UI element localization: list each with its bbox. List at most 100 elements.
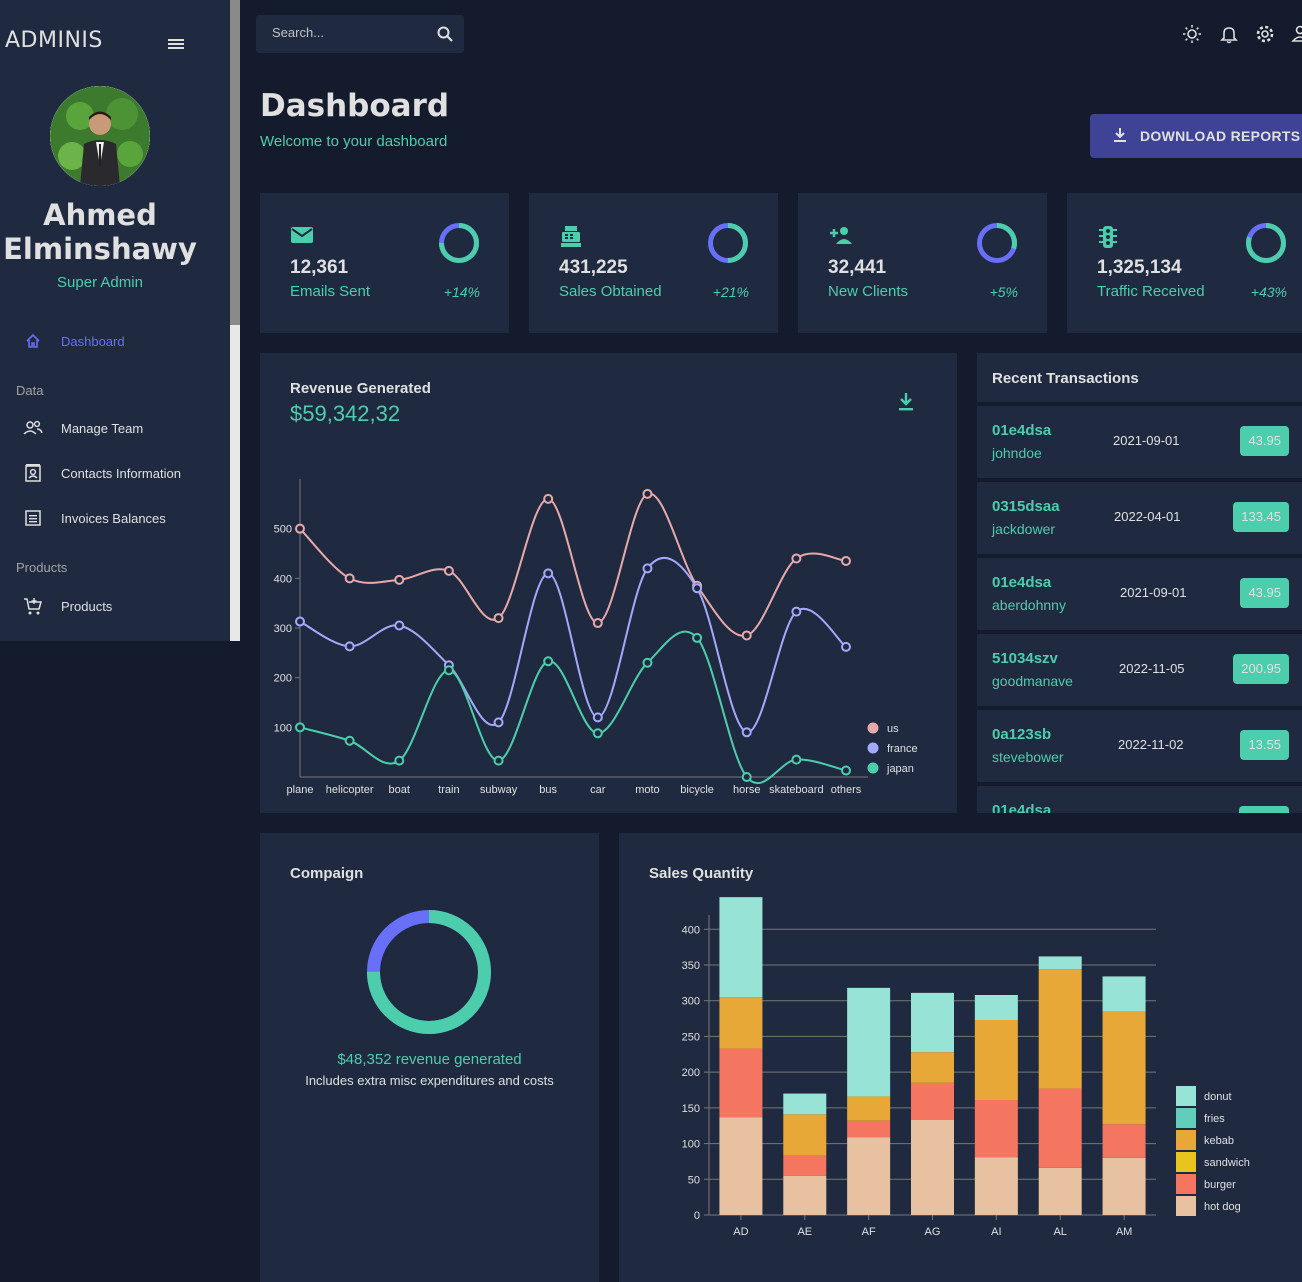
sidebar-item-contacts[interactable]: Contacts Information [0, 455, 230, 491]
stat-label: Sales Obtained [559, 283, 662, 300]
x-tick-label: car [590, 784, 606, 796]
series-line-us [299, 492, 847, 637]
y-tick-label: 250 [682, 1031, 700, 1043]
hamburger-icon[interactable] [166, 34, 186, 52]
transaction-row[interactable]: 01e4dsa johndoe 2021-09-01 43.95 [977, 406, 1302, 478]
x-tick-label: AG [925, 1226, 941, 1238]
data-point-japan [295, 722, 305, 733]
download-reports-label: DOWNLOAD REPORTS [1140, 128, 1301, 144]
data-point-france [295, 616, 305, 627]
y-tick-label: 400 [274, 573, 292, 585]
legend-swatch [867, 762, 879, 774]
revenue-panel: 100 200 300 400 500 plane helicopter boat train s… [260, 353, 957, 813]
download-icon[interactable] [896, 391, 916, 418]
sidebar-item-products[interactable]: Products [0, 588, 230, 624]
x-tick-label: helicopter [326, 784, 374, 796]
data-point-france [344, 641, 355, 652]
bar-segment-donut [1102, 976, 1146, 1012]
transaction-id: 0315dsaa [992, 498, 1060, 515]
legend-label: hot dog [1204, 1201, 1241, 1213]
point-of-sale-icon [559, 225, 583, 254]
sidebar-item-invoices[interactable]: Invoices Balances [0, 500, 230, 536]
transaction-row[interactable]: 0315dsaa jackdower 2022-04-01 133.45 [977, 482, 1302, 554]
data-point-us [841, 555, 851, 566]
bar-segment-kebab [974, 1020, 1018, 1100]
bar-segment-kebab [911, 1052, 954, 1083]
x-tick-label: skateboard [769, 784, 823, 796]
user-role: Super Admin [57, 274, 143, 291]
bar-segment-kebab [1102, 1011, 1146, 1125]
x-tick-label: AL [1053, 1226, 1066, 1238]
data-point-france [692, 583, 703, 594]
avatar [50, 86, 150, 186]
x-tick-label: train [438, 784, 459, 796]
data-point-france [841, 641, 851, 652]
revenue-amount: $59,342,32 [290, 401, 401, 426]
bar-segment-kebab [1038, 969, 1082, 1089]
data-point-us [443, 565, 454, 576]
campaign-progress-ring [367, 910, 491, 1034]
transaction-row[interactable]: 51034szv goodmanave 2022-11-05 200.95 [977, 634, 1302, 706]
progress-ring [977, 223, 1017, 263]
transaction-row[interactable]: 01e4dsa [977, 786, 1302, 813]
download-reports-button[interactable]: DOWNLOAD REPORTS [1090, 114, 1302, 158]
menu-toggle-button[interactable] [166, 34, 186, 52]
campaign-title: Compaign [290, 865, 364, 882]
bar-segment-donut [847, 987, 891, 1097]
stat-value: 431,225 [559, 257, 628, 278]
y-tick-label: 200 [274, 673, 292, 685]
bar-segment-burger [911, 1082, 954, 1120]
notifications-icon[interactable] [1219, 24, 1239, 44]
legend-swatch [1176, 1174, 1196, 1194]
transaction-cost: 13.55 [1240, 730, 1289, 760]
sales-panel: 0 50 100 150 200 250 300 350 400 AD AE AF AG AI AL AM do… [619, 833, 1302, 1282]
page-subtitle: Welcome to your dashboard [260, 133, 448, 150]
stat-increase: +14% [443, 284, 480, 300]
transaction-row[interactable]: 01e4dsa aberdohnny 2021-09-01 43.95 [977, 558, 1302, 630]
search-input[interactable] [272, 25, 422, 40]
sidebar-scrollbar[interactable] [230, 0, 240, 641]
data-point-us [394, 574, 405, 585]
y-tick-label: 300 [682, 996, 700, 1008]
x-tick-label: moto [635, 784, 659, 796]
transaction-cost: 200.95 [1233, 654, 1289, 684]
person-icon[interactable] [1290, 24, 1302, 44]
stat-card-emails: 12,361 Emails Sent +14% [260, 193, 509, 333]
light-mode-icon[interactable] [1182, 24, 1202, 44]
data-point-japan [692, 632, 703, 643]
legend-swatch [1176, 1130, 1196, 1150]
stat-label: Traffic Received [1097, 283, 1205, 300]
bar-segment-hot-dog [719, 1117, 763, 1215]
sidebar-item-label: Products [61, 598, 113, 614]
data-point-france [791, 606, 802, 617]
data-point-japan [642, 657, 653, 668]
x-tick-label: bus [539, 784, 557, 796]
y-tick-label: 300 [274, 623, 292, 635]
bar-segment-hot-dog [1102, 1157, 1146, 1215]
bar-segment-donut [719, 897, 763, 998]
email-icon [290, 225, 314, 250]
transaction-id: 51034szv [992, 650, 1058, 667]
sidebar-item-dashboard[interactable]: Dashboard [0, 323, 230, 359]
stat-value: 1,325,134 [1097, 257, 1182, 278]
x-tick-label: plane [287, 784, 314, 796]
legend-label: japan [886, 763, 914, 775]
contacts-icon [23, 463, 43, 483]
sidebar-item-manage-team[interactable]: Manage Team [0, 410, 230, 446]
scrollbar-thumb[interactable] [230, 0, 240, 325]
data-point-france [493, 717, 504, 728]
legend-swatch [1176, 1196, 1196, 1216]
transaction-user: stevebower [992, 749, 1064, 765]
bar-segment-kebab [783, 1114, 827, 1156]
settings-icon[interactable] [1255, 24, 1275, 44]
x-tick-label: AF [862, 1226, 876, 1238]
y-tick-label: 150 [682, 1103, 700, 1115]
x-tick-label: AD [733, 1226, 748, 1238]
download-icon [1112, 126, 1128, 147]
transaction-date: 2022-11-02 [1118, 737, 1184, 752]
stat-label: Emails Sent [290, 283, 371, 300]
search-icon[interactable] [436, 25, 454, 48]
y-tick-label: 400 [682, 924, 700, 936]
transaction-row[interactable]: 0a123sb stevebower 2022-11-02 13.55 [977, 710, 1302, 782]
data-point-japan [592, 728, 603, 739]
